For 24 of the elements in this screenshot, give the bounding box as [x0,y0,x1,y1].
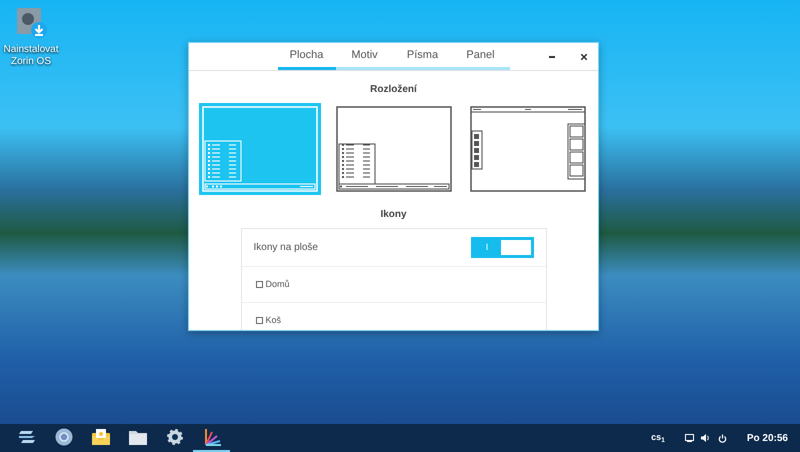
settings-icon [166,428,184,446]
browser-icon [54,428,72,446]
tab[interactable]: Motiv [336,43,394,70]
power-icon[interactable] [718,434,727,442]
tab[interactable]: Panel [452,43,510,70]
installer-icon[interactable] [15,6,47,40]
tab[interactable]: Písma [394,43,452,70]
zorin-logo-icon [18,430,36,444]
tab[interactable]: Plocha [278,43,336,70]
clock[interactable]: Po 20:56 [746,430,788,446]
checkbox-label: Koš [266,314,282,327]
section-title: Ikony [380,208,407,222]
checkbox-label: Domů [266,278,290,291]
section-title: Rozložení [370,82,417,97]
fan-icon [202,428,220,446]
close-icon[interactable] [581,54,587,60]
checkbox[interactable] [256,316,262,324]
keyboard-layout-indicator[interactable]: cs$_{1}$ [651,431,665,445]
volume-icon[interactable] [700,434,710,442]
checkbox[interactable] [256,280,262,288]
folder-icon [128,430,146,444]
setting-label: Ikony na ploše [254,240,318,255]
mail-icon [92,429,110,445]
display-icon[interactable] [684,434,694,442]
